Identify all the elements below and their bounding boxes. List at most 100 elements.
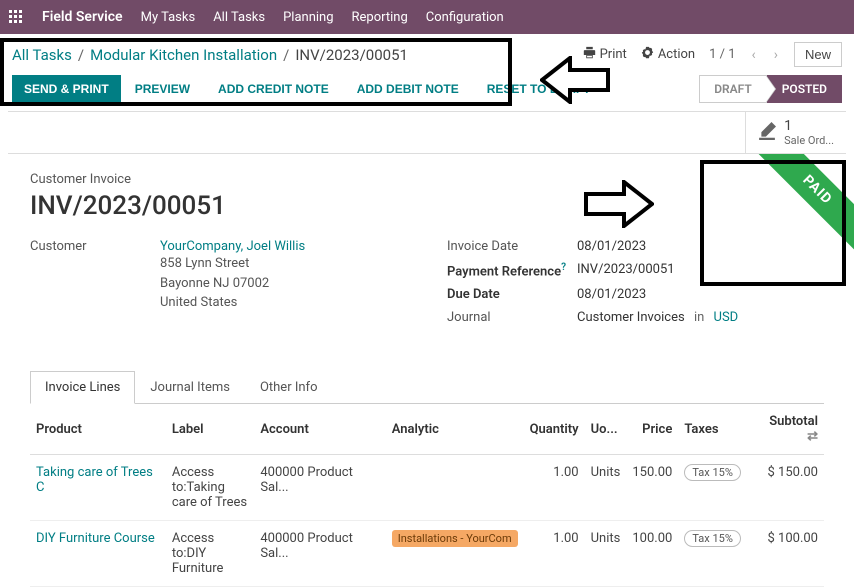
header-actions: Print Action 1 / 1 ‹ › New: [583, 42, 842, 67]
col-subtotal-text: Subtotal: [769, 414, 818, 429]
add-debit-note-button[interactable]: ADD DEBIT NOTE: [343, 75, 473, 103]
arrow-left-icon: [540, 56, 610, 104]
invoice-name: INV/2023/00051: [30, 191, 824, 221]
breadcrumb-root[interactable]: All Tasks: [12, 46, 72, 64]
product-link[interactable]: DIY Furniture Course: [36, 531, 155, 546]
status-posted[interactable]: POSTED: [767, 75, 842, 103]
tab-invoice-lines[interactable]: Invoice Lines: [30, 371, 135, 404]
sale-orders-button[interactable]: 1 Sale Ord...: [745, 112, 846, 153]
col-product[interactable]: Product: [30, 404, 166, 455]
pager-next-icon[interactable]: ›: [772, 47, 780, 63]
sale-label: Sale Ord...: [784, 134, 834, 147]
col-uom[interactable]: Uo...: [585, 404, 627, 455]
actions-row: SEND & PRINT PREVIEW ADD CREDIT NOTE ADD…: [0, 69, 854, 111]
in-text: in: [694, 310, 704, 325]
cell-quantity: 1.00: [524, 521, 585, 587]
payment-ref-label: Payment Reference?: [447, 262, 577, 279]
help-icon[interactable]: ?: [561, 262, 566, 273]
arrow-right-icon: [584, 180, 654, 228]
breadcrumb-current: INV/2023/00051: [295, 46, 408, 64]
col-label[interactable]: Label: [166, 404, 254, 455]
pencil-square-icon: [758, 122, 776, 144]
breadcrumb-parent[interactable]: Modular Kitchen Installation: [90, 46, 277, 64]
col-account[interactable]: Account: [254, 404, 385, 455]
cell-tax: Tax 15%: [678, 455, 747, 521]
invoice-lines-table: Product Label Account Analytic Quantity …: [30, 404, 824, 587]
address-line-3: United States: [160, 293, 305, 313]
topbar: Field Service My Tasks All Tasks Plannin…: [0, 0, 854, 34]
add-credit-note-button[interactable]: ADD CREDIT NOTE: [204, 75, 343, 103]
payment-ref-label-text: Payment Reference: [447, 264, 561, 279]
pager-prev-icon[interactable]: ‹: [750, 47, 758, 63]
nav-planning[interactable]: Planning: [283, 10, 333, 25]
action-button[interactable]: Action: [641, 46, 695, 63]
col-price[interactable]: Price: [626, 404, 678, 455]
cell-subtotal: $ 100.00: [747, 521, 824, 587]
customer-link[interactable]: YourCompany, Joel Willis: [160, 239, 305, 254]
table-header-row: Product Label Account Analytic Quantity …: [30, 404, 824, 455]
tab-journal-items[interactable]: Journal Items: [135, 371, 245, 403]
breadcrumb-sep: /: [78, 46, 84, 64]
breadcrumb: All Tasks / Modular Kitchen Installation…: [12, 46, 408, 64]
nav-all-tasks[interactable]: All Tasks: [213, 10, 265, 25]
status-draft[interactable]: DRAFT: [699, 75, 767, 103]
cell-uom: Units: [585, 521, 627, 587]
gear-icon: [641, 46, 654, 63]
status-bar: DRAFT POSTED: [699, 75, 842, 103]
invoice-date-label: Invoice Date: [447, 239, 577, 254]
nav-my-tasks[interactable]: My Tasks: [141, 10, 196, 25]
tab-other-info[interactable]: Other Info: [245, 371, 333, 403]
app-brand[interactable]: Field Service: [42, 9, 123, 25]
nav-configuration[interactable]: Configuration: [426, 10, 504, 25]
due-date-label: Due Date: [447, 287, 577, 302]
cell-analytic: Installations - YourCom: [386, 521, 524, 587]
send-print-button[interactable]: SEND & PRINT: [12, 75, 121, 103]
cell-analytic: [386, 455, 524, 521]
col-subtotal[interactable]: Subtotal ⇄: [747, 404, 824, 455]
payment-ref-value: INV/2023/00051: [577, 262, 675, 279]
invoice-date-value: 08/01/2023: [577, 239, 646, 254]
customer-label: Customer: [30, 239, 160, 313]
tax-badge[interactable]: Tax 15%: [684, 464, 741, 481]
smart-buttons-row: 1 Sale Ord...: [8, 111, 846, 154]
cell-subtotal: $ 150.00: [747, 455, 824, 521]
right-column: Invoice Date 08/01/2023 Payment Referenc…: [447, 239, 824, 333]
col-quantity[interactable]: Quantity: [524, 404, 585, 455]
columns-options-icon[interactable]: ⇄: [804, 429, 818, 444]
preview-button[interactable]: PREVIEW: [121, 75, 204, 103]
table-row[interactable]: Taking care of Trees C Access to:Taking c…: [30, 455, 824, 521]
left-column: Customer YourCompany, Joel Willis 858 Ly…: [30, 239, 407, 333]
col-taxes[interactable]: Taxes: [678, 404, 747, 455]
due-date-value: 08/01/2023: [577, 287, 646, 302]
nav-reporting[interactable]: Reporting: [352, 10, 408, 25]
address-line-1: 858 Lynn Street: [160, 254, 305, 274]
action-label: Action: [658, 47, 695, 62]
cell-account: 400000 Product Sal...: [254, 455, 385, 521]
cell-price: 100.00: [626, 521, 678, 587]
address-line-2: Bayonne NJ 07002: [160, 274, 305, 294]
cell-price: 150.00: [626, 455, 678, 521]
new-button[interactable]: New: [794, 42, 842, 67]
journal-name: Customer Invoices: [577, 310, 685, 325]
doc-subtitle: Customer Invoice: [30, 172, 824, 187]
tax-badge[interactable]: Tax 15%: [684, 530, 741, 547]
sale-count: 1: [784, 118, 834, 134]
cell-label: Access to:DIY Furniture: [166, 521, 254, 587]
form-sheet: PAID Customer Invoice INV/2023/00051 Cus…: [0, 154, 854, 351]
cell-uom: Units: [585, 455, 627, 521]
col-analytic[interactable]: Analytic: [386, 404, 524, 455]
cell-quantity: 1.00: [524, 455, 585, 521]
tabs: Invoice Lines Journal Items Other Info: [30, 371, 824, 404]
analytic-badge[interactable]: Installations - YourCom: [392, 530, 518, 547]
table-row[interactable]: DIY Furniture Course Access to:DIY Furnit…: [30, 521, 824, 587]
cell-tax: Tax 15%: [678, 521, 747, 587]
currency-link[interactable]: USD: [714, 310, 739, 325]
apps-icon[interactable]: [8, 9, 24, 25]
cell-label: Access to:Taking care of Trees: [166, 455, 254, 521]
header-row: All Tasks / Modular Kitchen Installation…: [0, 34, 854, 69]
pager-text: 1 / 1: [709, 47, 735, 62]
product-link[interactable]: Taking care of Trees C: [36, 465, 153, 495]
breadcrumb-sep: /: [283, 46, 289, 64]
journal-label: Journal: [447, 310, 577, 325]
cell-account: 400000 Product Sal...: [254, 521, 385, 587]
